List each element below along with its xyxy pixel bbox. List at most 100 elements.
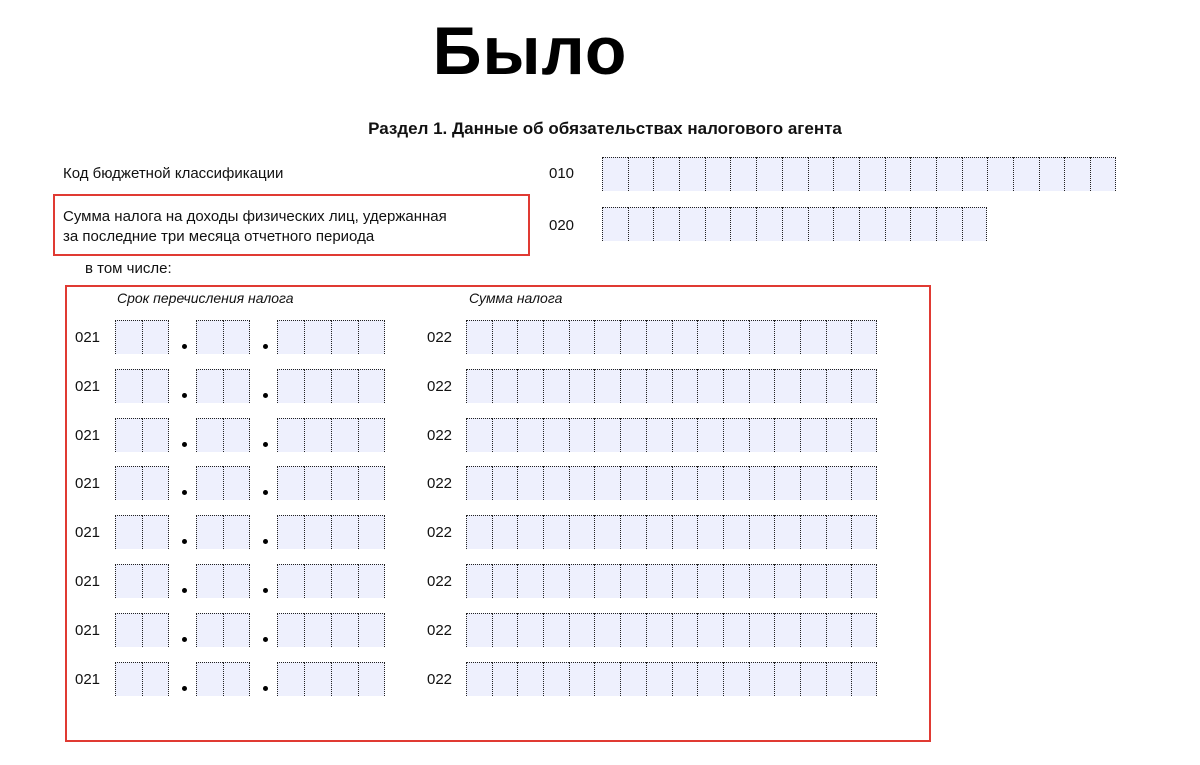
- digit-cell[interactable]: [825, 418, 852, 452]
- digit-cell[interactable]: [304, 418, 331, 452]
- digit-cell[interactable]: [142, 418, 169, 452]
- digit-cell[interactable]: [358, 662, 385, 696]
- digit-cell[interactable]: [851, 369, 877, 403]
- digit-cell[interactable]: [358, 369, 385, 403]
- date-month-input[interactable]: [196, 466, 250, 500]
- date-year-input[interactable]: [277, 369, 385, 403]
- digit-cell[interactable]: [627, 207, 654, 241]
- digit-cell[interactable]: [358, 466, 385, 500]
- digit-cell[interactable]: [671, 369, 698, 403]
- digit-cell[interactable]: [781, 207, 808, 241]
- digit-cell[interactable]: [730, 157, 757, 191]
- digit-cell[interactable]: [568, 662, 595, 696]
- digit-cell[interactable]: [671, 613, 698, 647]
- digit-cell[interactable]: [799, 613, 826, 647]
- digit-cell[interactable]: [697, 515, 723, 549]
- digit-cell[interactable]: [620, 613, 646, 647]
- digit-cell[interactable]: [331, 369, 358, 403]
- digit-cell[interactable]: [142, 320, 169, 354]
- digit-cell[interactable]: [277, 466, 304, 500]
- digit-cell[interactable]: [697, 613, 723, 647]
- digit-cell[interactable]: [543, 369, 569, 403]
- digit-cell[interactable]: [987, 157, 1013, 191]
- digit-cell[interactable]: [277, 613, 304, 647]
- digit-cell[interactable]: [748, 662, 775, 696]
- digit-cell[interactable]: [517, 613, 544, 647]
- digit-cell[interactable]: [466, 418, 492, 452]
- digit-cell[interactable]: [645, 466, 672, 500]
- digit-cell[interactable]: [223, 662, 250, 696]
- digit-cell[interactable]: [543, 466, 569, 500]
- digit-cell[interactable]: [807, 207, 834, 241]
- digit-cell[interactable]: [722, 466, 749, 500]
- digit-cell[interactable]: [884, 157, 911, 191]
- digit-cell[interactable]: [142, 662, 169, 696]
- date-year-input[interactable]: [277, 613, 385, 647]
- sum-input[interactable]: [466, 515, 877, 549]
- digit-cell[interactable]: [697, 564, 723, 598]
- digit-cell[interactable]: [645, 515, 672, 549]
- digit-cell[interactable]: [115, 418, 142, 452]
- sum-input[interactable]: [466, 613, 877, 647]
- digit-cell[interactable]: [196, 662, 223, 696]
- digit-cell[interactable]: [142, 515, 169, 549]
- digit-cell[interactable]: [825, 613, 852, 647]
- date-day-input[interactable]: [115, 320, 169, 354]
- digit-cell[interactable]: [594, 466, 621, 500]
- digit-cell[interactable]: [799, 515, 826, 549]
- digit-cell[interactable]: [491, 564, 518, 598]
- digit-cell[interactable]: [115, 466, 142, 500]
- digit-cell[interactable]: [196, 369, 223, 403]
- digit-cell[interactable]: [799, 418, 826, 452]
- digit-cell[interactable]: [304, 320, 331, 354]
- date-month-input[interactable]: [196, 320, 250, 354]
- digit-cell[interactable]: [884, 207, 911, 241]
- digit-cell[interactable]: [115, 662, 142, 696]
- digit-cell[interactable]: [799, 369, 826, 403]
- digit-cell[interactable]: [491, 418, 518, 452]
- digit-cell[interactable]: [568, 418, 595, 452]
- digit-cell[interactable]: [466, 564, 492, 598]
- digit-cell[interactable]: [543, 662, 569, 696]
- digit-cell[interactable]: [568, 515, 595, 549]
- digit-cell[interactable]: [697, 320, 723, 354]
- date-month-input[interactable]: [196, 515, 250, 549]
- date-day-input[interactable]: [115, 662, 169, 696]
- sum-input[interactable]: [466, 369, 877, 403]
- digit-cell[interactable]: [277, 515, 304, 549]
- digit-cell[interactable]: [491, 369, 518, 403]
- digit-cell[interactable]: [774, 564, 800, 598]
- digit-cell[interactable]: [358, 418, 385, 452]
- digit-cell[interactable]: [331, 418, 358, 452]
- digit-cell[interactable]: [466, 662, 492, 696]
- digit-cell[interactable]: [774, 662, 800, 696]
- digit-cell[interactable]: [304, 613, 331, 647]
- digit-cell[interactable]: [594, 613, 621, 647]
- digit-cell[interactable]: [671, 515, 698, 549]
- digit-cell[interactable]: [645, 564, 672, 598]
- digit-cell[interactable]: [748, 564, 775, 598]
- date-month-input[interactable]: [196, 613, 250, 647]
- digit-cell[interactable]: [620, 369, 646, 403]
- digit-cell[interactable]: [627, 157, 654, 191]
- digit-cell[interactable]: [304, 564, 331, 598]
- digit-cell[interactable]: [722, 613, 749, 647]
- digit-cell[interactable]: [756, 207, 782, 241]
- digit-cell[interactable]: [671, 320, 698, 354]
- digit-cell[interactable]: [833, 157, 859, 191]
- digit-cell[interactable]: [825, 320, 852, 354]
- digit-cell[interactable]: [358, 564, 385, 598]
- digit-cell[interactable]: [748, 613, 775, 647]
- digit-cell[interactable]: [517, 418, 544, 452]
- digit-cell[interactable]: [115, 369, 142, 403]
- digit-cell[interactable]: [910, 207, 936, 241]
- digit-cell[interactable]: [697, 662, 723, 696]
- digit-cell[interactable]: [961, 207, 988, 241]
- digit-cell[interactable]: [568, 369, 595, 403]
- digit-cell[interactable]: [491, 613, 518, 647]
- digit-cell[interactable]: [704, 207, 731, 241]
- date-day-input[interactable]: [115, 613, 169, 647]
- digit-cell[interactable]: [602, 207, 628, 241]
- digit-cell[interactable]: [594, 320, 621, 354]
- digit-cell[interactable]: [517, 564, 544, 598]
